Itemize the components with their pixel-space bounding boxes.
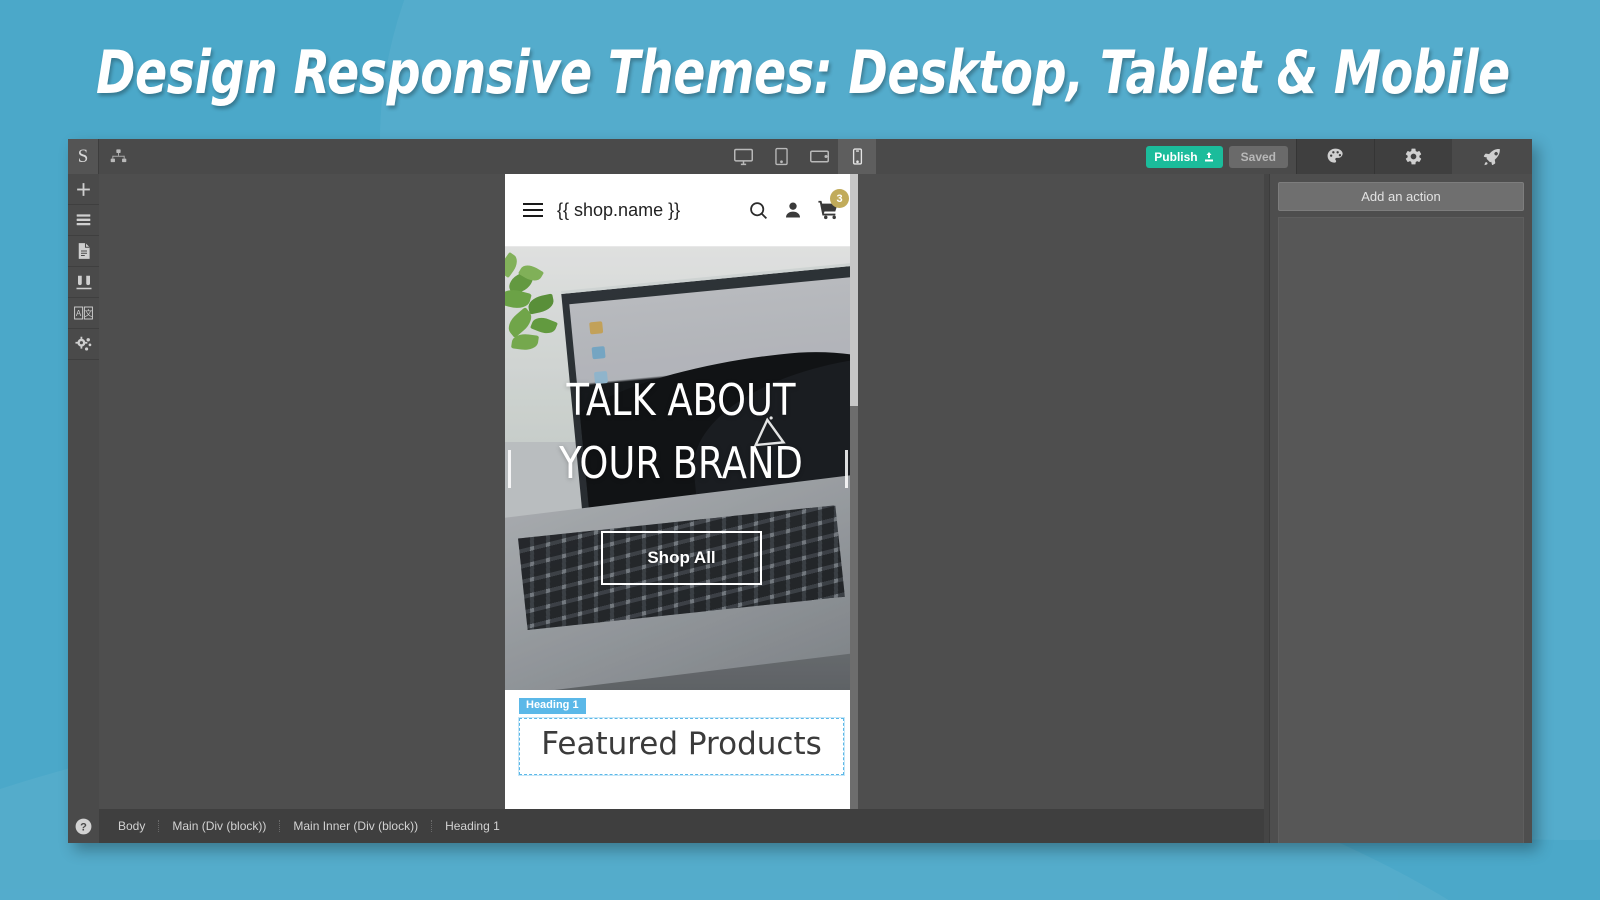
hero-banner[interactable]: TALK ABOUT YOUR BRAND Shop All xyxy=(505,247,858,690)
breadcrumb-item-main[interactable]: Main (Div (block)) xyxy=(159,820,281,832)
user-account-icon[interactable] xyxy=(783,200,803,220)
app-logo[interactable]: S xyxy=(68,139,99,174)
layers-icon[interactable] xyxy=(68,205,99,236)
hero-heading-line2: YOUR BRAND xyxy=(559,437,804,489)
actions-panel: Add an action xyxy=(1269,174,1532,843)
page-icon[interactable] xyxy=(68,236,99,267)
canvas-scroll-region[interactable]: {{ shop.name }} 3 TALK ABOUT YOUR BRAND … xyxy=(99,174,1264,809)
svg-text:文: 文 xyxy=(84,308,92,318)
breadcrumb-item-heading-1[interactable]: Heading 1 xyxy=(432,820,513,832)
featured-products-section[interactable]: Heading 1 Featured Products xyxy=(505,690,858,795)
device-mobile-button[interactable] xyxy=(838,139,876,174)
mobile-preview-frame[interactable]: {{ shop.name }} 3 TALK ABOUT YOUR BRAND … xyxy=(505,174,858,809)
theme-editor-window: S Publish Saved A 文 ? {{shop.name}} 3 … xyxy=(68,139,1532,843)
publish-button[interactable]: Publish xyxy=(1146,145,1223,168)
editor-left-rail: A 文 ? xyxy=(68,174,99,843)
settings-gears-icon[interactable] xyxy=(68,329,99,360)
actions-list[interactable] xyxy=(1278,217,1524,843)
rocket-icon[interactable] xyxy=(1452,139,1532,174)
breadcrumb: Body Main (Div (block)) Main Inner (Div … xyxy=(99,809,1264,843)
blocks-icon[interactable] xyxy=(68,267,99,298)
cart-count-badge: 3 xyxy=(830,189,849,208)
hero-heading-line1: TALK ABOUT xyxy=(567,375,796,427)
add-action-button[interactable]: Add an action xyxy=(1278,182,1524,211)
svg-text:?: ? xyxy=(80,821,87,833)
gear-icon[interactable] xyxy=(1374,139,1452,174)
storefront-header: {{ shop.name }} 3 xyxy=(505,174,858,247)
sitemap-icon[interactable] xyxy=(99,139,137,174)
toolbar-right-group: Publish Saved xyxy=(1146,139,1532,174)
breadcrumb-item-main-inner[interactable]: Main Inner (Div (block)) xyxy=(280,820,433,832)
hamburger-menu-icon[interactable] xyxy=(523,203,543,217)
translate-icon[interactable]: A 文 xyxy=(68,298,99,329)
upload-icon xyxy=(1204,151,1213,161)
publish-label: Publish xyxy=(1154,149,1198,164)
help-icon[interactable]: ? xyxy=(68,809,99,843)
add-icon[interactable] xyxy=(68,174,99,205)
preview-scrollbar[interactable] xyxy=(850,174,858,809)
preview-canvas: {{ shop.name }} 3 TALK ABOUT YOUR BRAND … xyxy=(99,174,1264,843)
svg-text:A: A xyxy=(76,309,82,318)
editor-toolbar: S Publish Saved xyxy=(68,139,1532,174)
page-title: Design Responsive Themes: Desktop, Table… xyxy=(96,38,1510,108)
hero-heading: TALK ABOUT YOUR BRAND xyxy=(560,370,804,495)
preview-scrollbar-thumb[interactable] xyxy=(850,174,858,406)
device-toggle-group xyxy=(724,139,876,174)
saved-status-button[interactable]: Saved xyxy=(1228,145,1288,168)
device-desktop-button[interactable] xyxy=(724,139,762,174)
shop-all-button[interactable]: Shop All xyxy=(601,530,762,585)
search-icon[interactable] xyxy=(748,200,769,221)
palette-icon[interactable] xyxy=(1296,139,1374,174)
selection-outline[interactable]: Featured Products xyxy=(518,717,845,776)
device-tablet-portrait-button[interactable] xyxy=(762,139,800,174)
shopping-cart-icon[interactable]: 3 xyxy=(817,189,849,221)
device-tablet-landscape-button[interactable] xyxy=(800,139,838,174)
selection-tag: Heading 1 xyxy=(519,698,586,714)
featured-heading-text: Featured Products xyxy=(541,726,822,762)
breadcrumb-item-body[interactable]: Body xyxy=(105,820,160,832)
shop-name-label: {{ shop.name }} xyxy=(557,199,681,220)
